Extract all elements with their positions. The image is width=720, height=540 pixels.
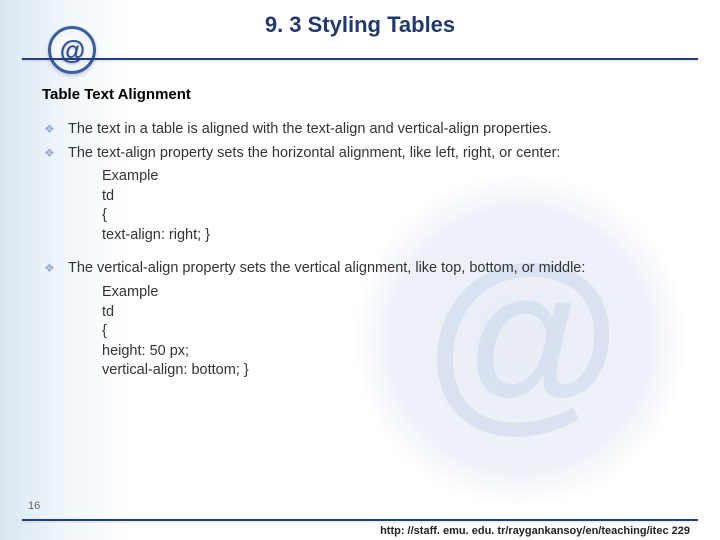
bullet-item: The text in a table is aligned with the …: [42, 120, 678, 140]
footer-url: http: //staff. emu. edu. tr/raygankansoy…: [380, 525, 690, 537]
bullet-item: The vertical-align property sets the ver…: [42, 259, 678, 279]
code-line: td: [42, 187, 678, 207]
code-line: height: 50 px;: [42, 342, 678, 362]
code-line: text-align: right; }: [42, 226, 678, 246]
slide: @ @ 9. 3 Styling Tables Table Text Align…: [0, 0, 720, 540]
bullet-item: The text-align property sets the horizon…: [42, 144, 678, 164]
divider-bottom: [22, 519, 698, 521]
section-heading: Table Text Alignment: [42, 86, 191, 103]
code-line: {: [42, 322, 678, 342]
code-line: {: [42, 206, 678, 226]
slide-title: 9. 3 Styling Tables: [0, 12, 720, 38]
content-area: The text in a table is aligned with the …: [42, 120, 678, 381]
code-line: vertical-align: bottom; }: [42, 361, 678, 381]
code-line: Example: [42, 167, 678, 187]
code-line: Example: [42, 283, 678, 303]
divider-top: [22, 58, 698, 60]
code-line: td: [42, 303, 678, 323]
slide-number: 16: [28, 500, 40, 512]
